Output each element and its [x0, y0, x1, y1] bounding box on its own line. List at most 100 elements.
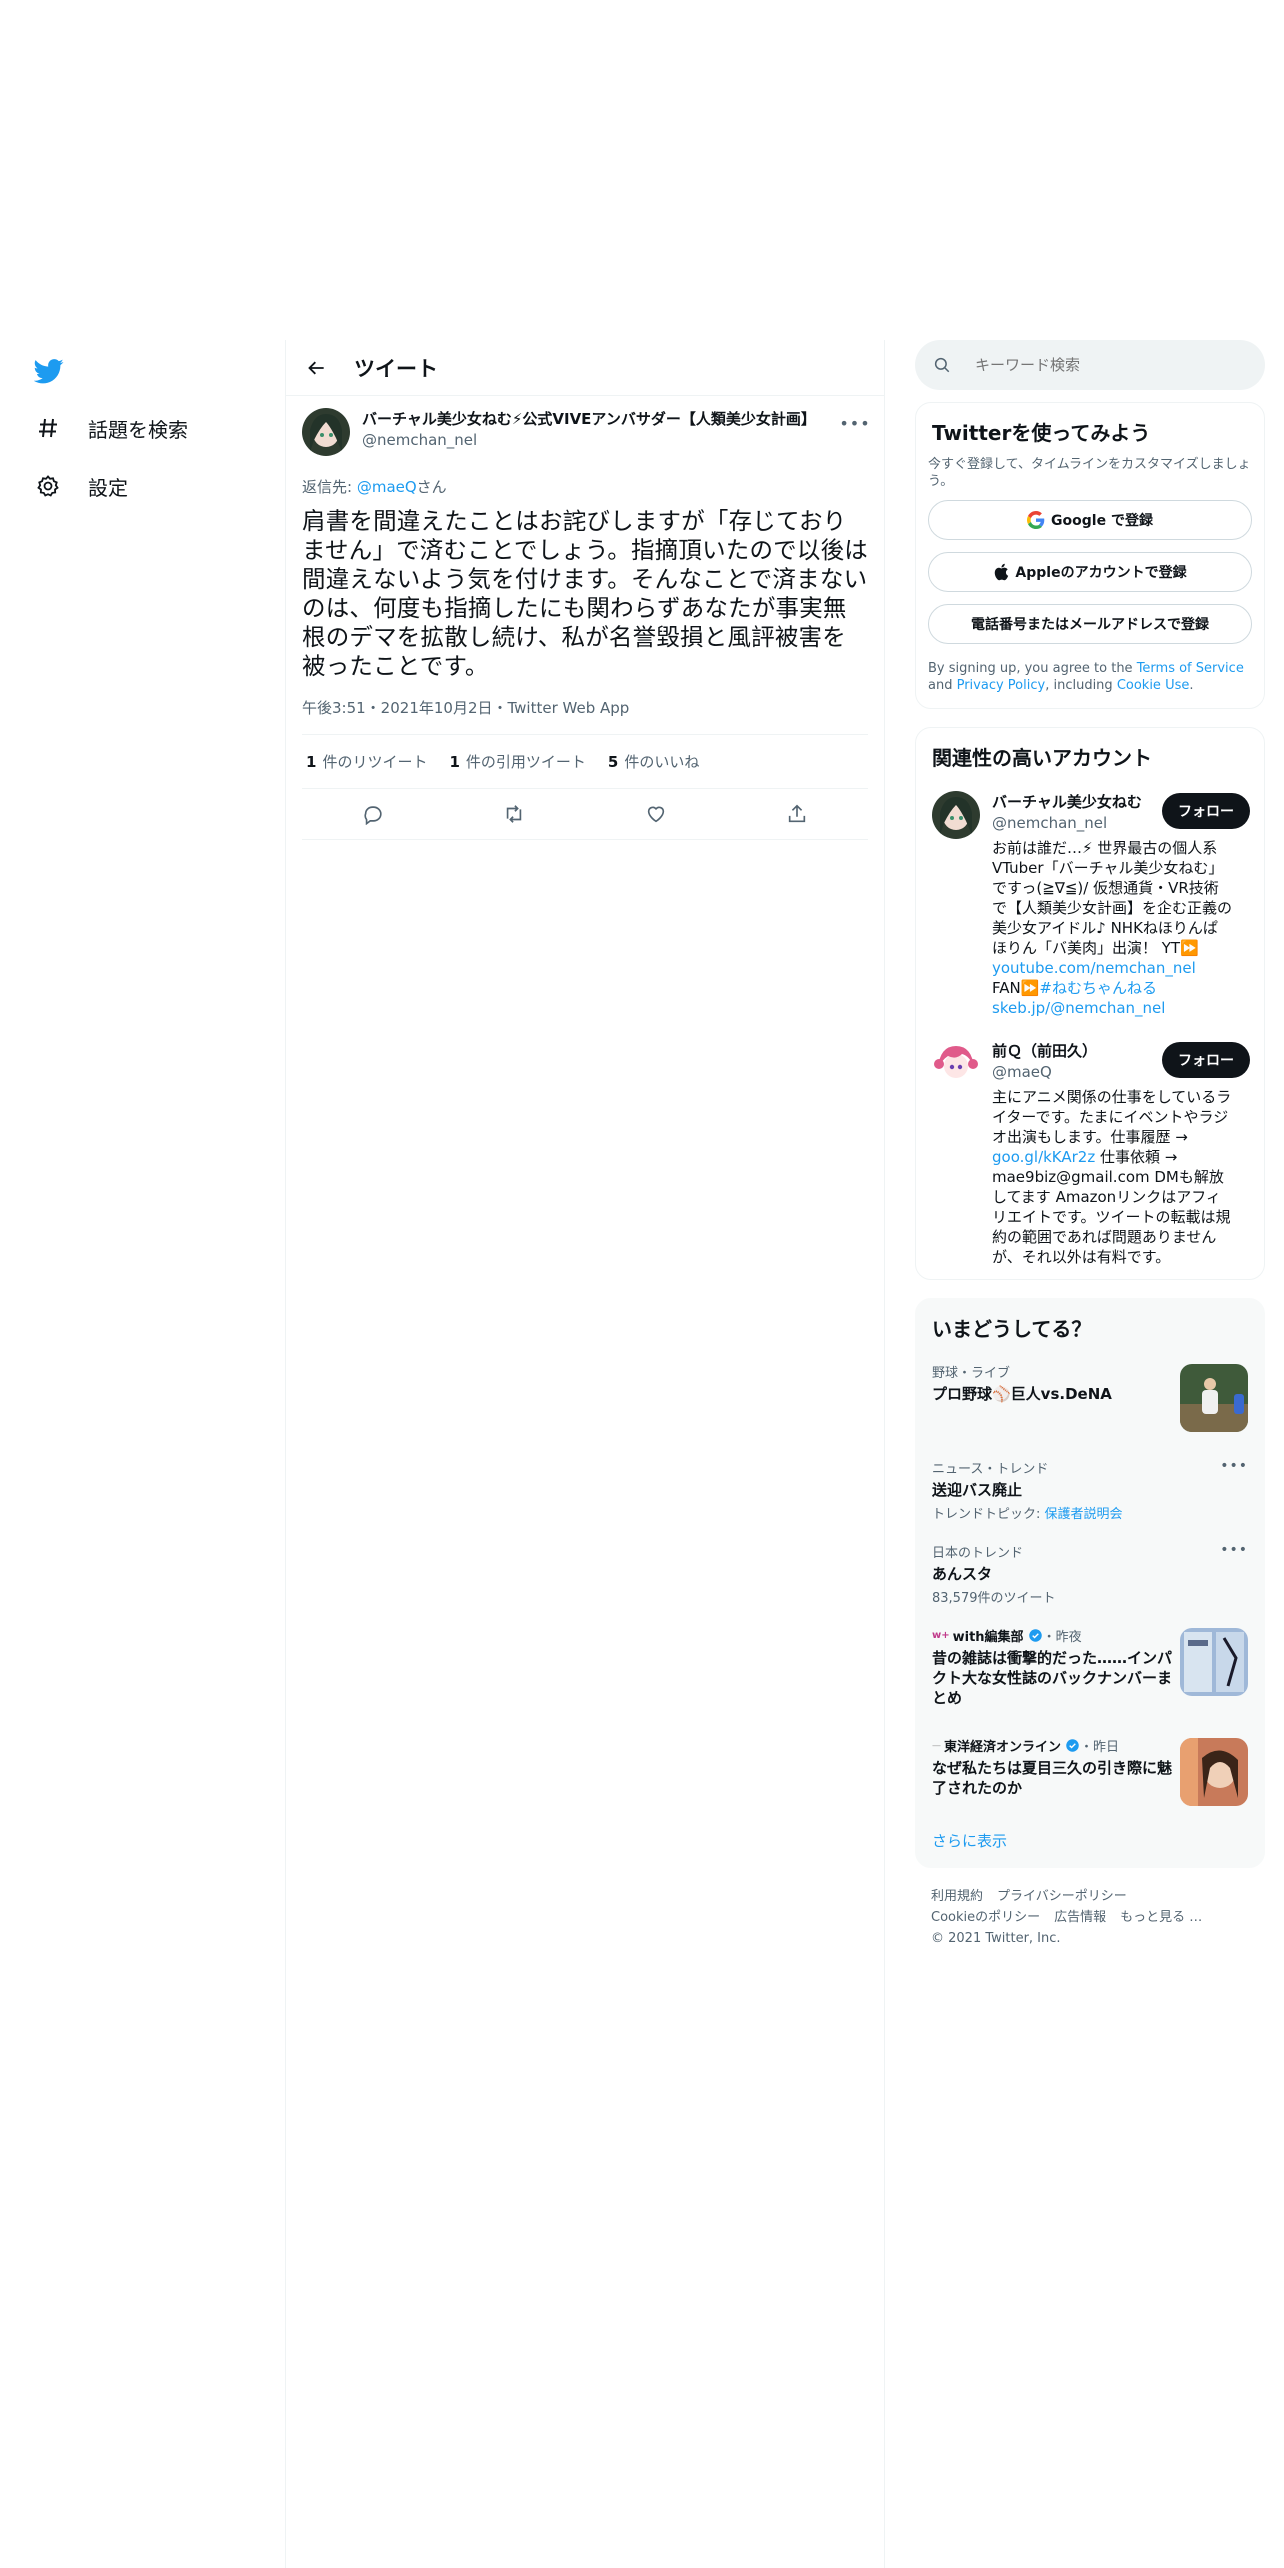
trend-category: ニュース・トレンド [932, 1462, 1049, 1477]
tweet: バーチャル美少女ねむ⚡公式VIVEアンバサダー【人類美少女計画】 @nemcha… [286, 396, 884, 840]
related-accounts-card: 関連性の高いアカウント バーチャル美少女ねむ @nemchan_nel お前は誰… [915, 727, 1265, 1280]
bio-hashtag[interactable]: #ねむちゃんねる [1039, 979, 1157, 997]
trend-time: ・昨夜 [1042, 1630, 1082, 1645]
nav-settings[interactable]: 設定 [34, 466, 128, 506]
cookie-use-link[interactable]: Cookie Use [1117, 678, 1190, 693]
trend-topic-link[interactable]: 保護者説明会 [1045, 1507, 1123, 1522]
search-input[interactable] [973, 355, 1237, 375]
page-title: ツイート [354, 356, 438, 381]
bio-mid: FAN⏩ [992, 979, 1040, 997]
search-icon [933, 354, 955, 376]
tweet-text: 肩書を間違えたことはお詫びしますが「存じておりません」で済むことでしょう。指摘頂… [302, 507, 868, 680]
back-button[interactable] [300, 351, 334, 385]
like-icon[interactable] [639, 797, 673, 831]
phone-email-signup-button[interactable]: 電話番号またはメールアドレスで登録 [928, 604, 1252, 644]
tweet-stats: 1 件のリツイート 1 件の引用ツイート 5 件のいいね [302, 735, 868, 789]
arrow-left-icon [308, 361, 324, 374]
signup-title: Twitterを使ってみよう [932, 421, 1151, 445]
signup-card: Twitterを使ってみよう 今すぐ登録して、タイムラインをカスタマイズしましょ… [915, 402, 1265, 709]
bio-link[interactable]: goo.gl/kKAr2z [992, 1148, 1095, 1166]
retweets-label: 件のリツイート [322, 753, 428, 771]
terms-including: , including [1045, 678, 1117, 693]
quotes-stat[interactable]: 1 件の引用ツイート [449, 751, 585, 772]
account-bio: 主にアニメ関係の仕事をしているライターです。たまにイベントやラジオ出演もします。… [992, 1087, 1232, 1267]
author-handle[interactable]: @nemchan_nel [362, 431, 816, 449]
trend-tweet-count: 83,579件のツイート [932, 1591, 1056, 1606]
google-signup-label: Google で登録 [1051, 513, 1153, 529]
footer-link-terms[interactable]: 利用規約 [931, 1889, 983, 1904]
terms-end: . [1189, 678, 1194, 693]
bio-link[interactable]: skeb.jp/@nemchan_nel [992, 999, 1165, 1017]
bio-text: お前は誰だ…⚡ 世界最古の個人系VTuber「バーチャル美少女ねむ」ですっ(≧∇… [992, 839, 1233, 957]
bio-text: 主にアニメ関係の仕事をしているライターです。たまにイベントやラジオ出演もします。… [992, 1088, 1232, 1146]
privacy-policy-link[interactable]: Privacy Policy [957, 678, 1046, 693]
likes-label: 件のいいね [624, 753, 700, 771]
trend-item[interactable]: — 東洋経済オンライン ・昨日 なぜ私たちは夏目三久の引き際に魅了されたのか [916, 1726, 1264, 1816]
apple-signup-button[interactable]: Appleのアカウントで登録 [928, 552, 1252, 592]
trend-subtext: トレンドトピック: 保護者説明会 [932, 1503, 1248, 1522]
nav-settings-label: 設定 [88, 475, 128, 500]
google-signup-button[interactable]: Google で登録 [928, 500, 1252, 540]
trend-thumbnail [1180, 1738, 1248, 1806]
trend-thumbnail [1180, 1628, 1248, 1696]
trend-name: なぜ私たちは夏目三久の引き際に魅了されたのか [932, 1759, 1173, 1797]
tweet-author-row: バーチャル美少女ねむ⚡公式VIVEアンバサダー【人類美少女計画】 @nemcha… [302, 408, 870, 456]
apple-signup-label: Appleのアカウントで登録 [1015, 565, 1187, 581]
trends-card: いまどうしてる？ 野球・ライブ プロ野球⚾巨人vs.DeNA ニュース・トレンド… [915, 1298, 1265, 1868]
main-column: ツイート バーチャル美少女ねむ⚡公式VIVEアンバサダー【人類美少女計画】 @n… [285, 340, 885, 2568]
trend-item[interactable]: 野球・ライブ プロ野球⚾巨人vs.DeNA [916, 1352, 1264, 1448]
trend-sub-prefix: トレンドトピック: [932, 1507, 1045, 1522]
bio-link[interactable]: youtube.com/nemchan_nel [992, 959, 1196, 977]
share-icon[interactable] [780, 797, 814, 831]
signup-terms: By signing up, you agree to the Terms of… [916, 656, 1264, 708]
footer-link-more[interactable]: もっと見る … [1120, 1910, 1202, 1925]
show-more-link[interactable]: さらに表示 [916, 1816, 1264, 1867]
trend-item[interactable]: w+ with編集部 ・昨夜 昔の雑誌は衝撃的だった……インパクト大な女性誌のバ… [916, 1616, 1264, 1726]
more-options-icon[interactable]: ••• [1220, 1542, 1248, 1558]
tweet-header: ツイート [286, 340, 884, 396]
search-bar[interactable] [915, 340, 1265, 390]
trend-source: 東洋経済オンライン [944, 1740, 1062, 1755]
trend-item[interactable]: ニュース・トレンド 送迎バス廃止 トレンドトピック: 保護者説明会 ••• [916, 1448, 1264, 1532]
google-icon [1027, 511, 1045, 529]
reply-user-link[interactable]: @maeQ [357, 478, 417, 496]
trend-item[interactable]: 日本のトレンド あんスタ 83,579件のツイート ••• [916, 1532, 1264, 1616]
terms-and: and [928, 678, 957, 693]
trend-thumbnail [1180, 1364, 1248, 1432]
reply-to: 返信先: @maeQさん [302, 476, 868, 497]
trends-title: いまどうしてる？ [932, 1317, 1092, 1341]
related-account[interactable]: 前Ｑ（前田久） @maeQ 主にアニメ関係の仕事をしているライターです。たまにイ… [916, 1030, 1264, 1279]
reply-prefix: 返信先: [302, 478, 357, 496]
likes-stat[interactable]: 5 件のいいね [608, 751, 699, 772]
twitter-logo-icon[interactable] [33, 356, 64, 386]
account-avatar[interactable] [932, 1040, 980, 1088]
account-avatar[interactable] [932, 791, 980, 839]
footer-link-privacy[interactable]: プライバシーポリシー [997, 1889, 1127, 1904]
related-account[interactable]: バーチャル美少女ねむ @nemchan_nel お前は誰だ…⚡ 世界最古の個人系… [916, 781, 1264, 1030]
retweets-stat[interactable]: 1 件のリツイート [306, 751, 427, 772]
terms-prefix: By signing up, you agree to the [928, 661, 1137, 676]
more-options-icon[interactable]: ••• [839, 410, 869, 436]
follow-button[interactable]: フォロー [1162, 793, 1250, 829]
more-options-icon[interactable]: ••• [1220, 1458, 1248, 1474]
terms-of-service-link[interactable]: Terms of Service [1137, 661, 1244, 676]
signup-subtitle: 今すぐ登録して、タイムラインをカスタマイズしましょう。 [928, 457, 1251, 489]
likes-count: 5 [607, 753, 619, 771]
nav-explore-label: 話題を検索 [88, 417, 188, 442]
related-title: 関連性の高いアカウント [932, 746, 1152, 770]
nav-explore[interactable]: 話題を検索 [34, 408, 188, 448]
trend-name: 昔の雑誌は衝撃的だった……インパクト大な女性誌のバックナンバーまとめ [932, 1649, 1173, 1707]
trend-name: あんスタ [932, 1565, 993, 1583]
footer-link-ads[interactable]: 広告情報 [1054, 1910, 1106, 1925]
trend-name: 送迎バス廃止 [932, 1481, 1023, 1499]
tweet-meta[interactable]: 午後3:51・2021年10月2日・Twitter Web App [302, 697, 868, 735]
author-avatar[interactable] [302, 408, 350, 456]
footer-link-cookie[interactable]: Cookieのポリシー [931, 1910, 1040, 1925]
author-name[interactable]: バーチャル美少女ねむ⚡公式VIVEアンバサダー【人類美少女計画】 [362, 408, 816, 429]
source-logo-icon: — [932, 1740, 941, 1751]
retweet-icon[interactable] [497, 797, 531, 831]
reply-icon[interactable] [356, 797, 390, 831]
account-bio: お前は誰だ…⚡ 世界最古の個人系VTuber「バーチャル美少女ねむ」ですっ(≧∇… [992, 838, 1232, 1018]
quotes-label: 件の引用ツイート [465, 753, 586, 771]
follow-button[interactable]: フォロー [1162, 1042, 1250, 1078]
